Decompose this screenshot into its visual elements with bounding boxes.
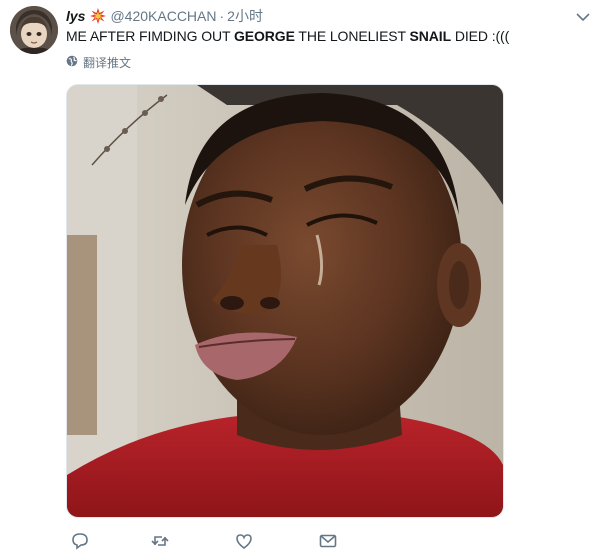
tweet-photo[interactable] [66, 84, 504, 518]
tweet-action-bar [66, 531, 356, 551]
tweet-text-emphasis: SNAIL [409, 28, 452, 44]
tweet-text-part: ME AFTER FIMDING OUT [66, 28, 234, 44]
explosion-emoji-icon [90, 8, 107, 24]
avatar[interactable] [10, 6, 58, 54]
globe-icon [66, 55, 78, 70]
translate-tweet-link[interactable]: 翻译推文 [66, 54, 131, 71]
like-icon[interactable] [234, 531, 254, 551]
display-name[interactable]: lys [66, 8, 85, 24]
message-icon[interactable] [318, 531, 338, 551]
tweet-text-emphasis: GEORGE [233, 28, 295, 44]
timestamp[interactable]: 2小时 [227, 6, 263, 26]
tweet[interactable]: lys @420KACCHAN · 2小时 ME AFTER FIMDING O… [0, 0, 600, 557]
reply-icon[interactable] [70, 531, 90, 551]
tweet-header: lys @420KACCHAN · 2小时 [66, 6, 263, 26]
tweet-text-part: DIED :((( [451, 28, 510, 44]
user-handle[interactable]: @420KACCHAN [110, 8, 216, 24]
chevron-down-icon[interactable] [576, 9, 590, 22]
separator-dot: · [219, 8, 225, 24]
translate-label: 翻译推文 [83, 56, 132, 70]
retweet-icon[interactable] [150, 531, 170, 551]
tweet-text: ME AFTER FIMDING OUT GEORGE THE LONELIES… [66, 27, 509, 45]
tweet-text-part: THE LONELIEST [294, 28, 410, 44]
